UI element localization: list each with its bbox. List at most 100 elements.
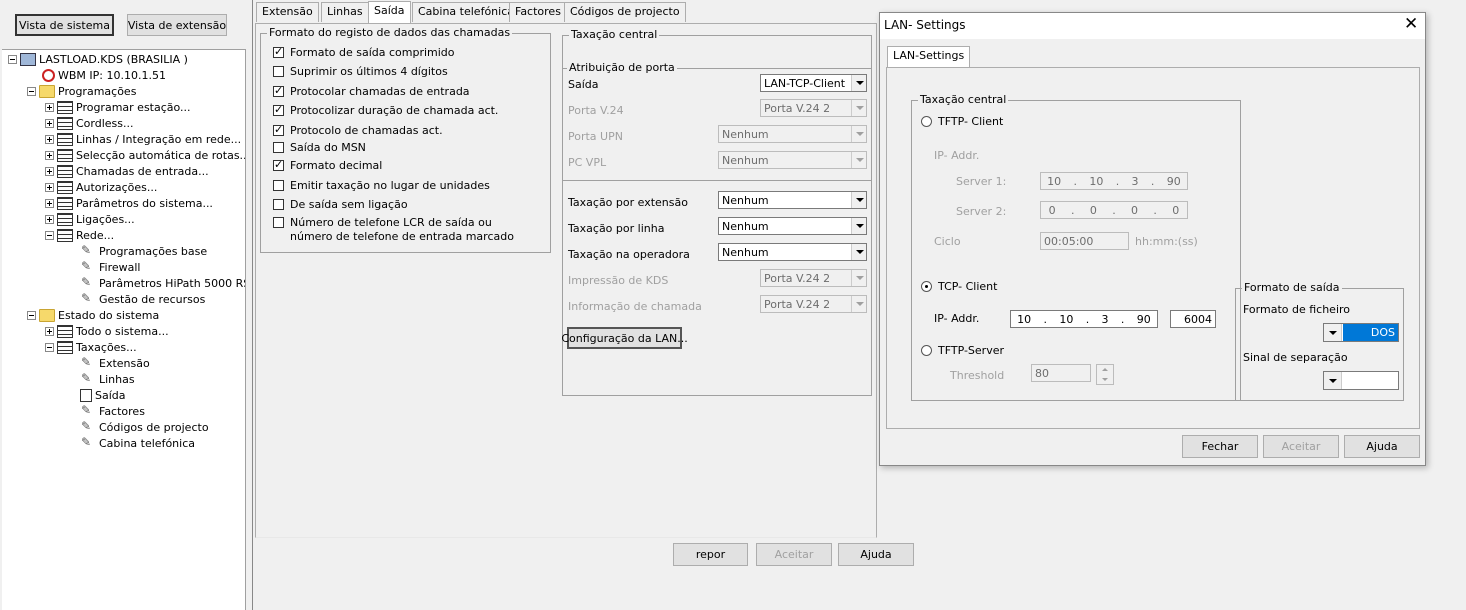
expand-icon[interactable]: [45, 150, 54, 160]
expand-icon[interactable]: [45, 118, 54, 128]
operator-taxation-select[interactable]: Nenhum: [718, 243, 867, 261]
tree-item[interactable]: Firewall: [65, 259, 140, 275]
tree-item[interactable]: Selecção automática de rotas...: [45, 147, 245, 163]
kds-print-select[interactable]: Porta V.24 2: [760, 269, 867, 287]
tab-6[interactable]: Códigos de projecto: [564, 2, 686, 22]
collapse-icon[interactable]: [27, 310, 36, 320]
collapse-icon[interactable]: [27, 86, 36, 96]
dialog-accept-button[interactable]: Aceitar: [1263, 435, 1339, 458]
tool-icon: [80, 371, 96, 386]
tree-item[interactable]: Gestão de recursos: [65, 291, 205, 307]
call-format-checkbox[interactable]: Suprimir os últimos 4 dígitos: [273, 65, 448, 79]
system-view-button[interactable]: Vista de sistema: [15, 14, 114, 36]
call-format-checkbox[interactable]: Emitir taxação no lugar de unidades: [273, 179, 490, 193]
tab-lan-settings[interactable]: LAN-Settings: [887, 46, 971, 68]
tree-item[interactable]: Extensão: [65, 355, 150, 371]
ciclo-field[interactable]: 00:05:00: [1040, 232, 1129, 250]
expand-icon[interactable]: [45, 102, 54, 112]
file-format-select[interactable]: DOS: [1323, 323, 1399, 342]
call-format-checkbox[interactable]: Formato de saída comprimido: [273, 45, 455, 60]
reset-button[interactable]: repor: [673, 543, 748, 566]
expand-icon[interactable]: [45, 182, 54, 192]
upn-label: Porta UPN: [568, 130, 623, 143]
v24-select[interactable]: Porta V.24 2: [760, 99, 867, 117]
dialog-help-button[interactable]: Ajuda: [1344, 435, 1420, 458]
chevron-down-icon: [851, 270, 866, 286]
tree-item-label: Extensão: [99, 356, 150, 370]
expand-icon[interactable]: [45, 214, 54, 224]
tab-5[interactable]: Factores: [509, 2, 567, 22]
tree-item[interactable]: Autorizações...: [45, 179, 157, 195]
call-format-checkbox[interactable]: Saída do MSN: [273, 141, 366, 155]
tcp-ip-field[interactable]: 10. 10. 3. 90: [1010, 310, 1158, 328]
tab-1[interactable]: Extensão: [256, 2, 319, 22]
collapse-icon[interactable]: [8, 54, 17, 64]
tree-item[interactable]: Chamadas de entrada...: [45, 163, 209, 179]
tftp-client-radio[interactable]: TFTP- Client: [921, 115, 1003, 128]
server2-ip-field[interactable]: 0. 0. 0. 0: [1040, 201, 1188, 219]
extension-view-button[interactable]: Vista de extensão: [127, 14, 227, 36]
tree-item[interactable]: Programações: [27, 83, 136, 99]
tree-item[interactable]: Parâmetros HiPath 5000 RSM/: [65, 275, 245, 291]
tree-item[interactable]: Factores: [65, 403, 145, 419]
call-format-checkbox[interactable]: Formato decimal: [273, 158, 382, 173]
tree-item[interactable]: Cabina telefónica: [65, 435, 195, 451]
server1-ip-field[interactable]: 10. 10. 3. 90: [1040, 172, 1188, 190]
tree-item[interactable]: Ligações...: [45, 211, 135, 227]
tree-item[interactable]: Estado do sistema: [27, 307, 159, 323]
dialog-close-button[interactable]: Fechar: [1182, 435, 1258, 458]
tree-item-label: Chamadas de entrada...: [76, 164, 209, 178]
tree-item[interactable]: LASTLOAD.KDS (BRASILIA ): [8, 51, 188, 67]
tree-item[interactable]: Parâmetros do sistema...: [45, 195, 213, 211]
tab-3[interactable]: Saída: [368, 1, 411, 23]
tab-2[interactable]: Linhas: [321, 2, 369, 22]
line-taxation-select[interactable]: Nenhum: [718, 217, 867, 235]
tcp-ipaddr-label: IP- Addr.: [934, 312, 980, 325]
apply-button[interactable]: Aceitar: [756, 543, 832, 566]
expand-icon[interactable]: [45, 198, 54, 208]
threshold-field[interactable]: 80: [1031, 364, 1091, 382]
close-icon[interactable]: ✕: [1404, 14, 1418, 34]
grid-icon: [57, 340, 73, 354]
collapse-icon[interactable]: [45, 230, 54, 240]
tree-item[interactable]: Rede...: [45, 227, 114, 243]
chevron-down-icon: [851, 152, 866, 168]
tree-item[interactable]: Taxações...: [45, 339, 137, 355]
lan-config-button[interactable]: Configuração da LAN...: [561, 327, 688, 349]
tool-icon: [80, 291, 96, 306]
help-button[interactable]: Ajuda: [838, 543, 914, 566]
expand-icon[interactable]: [45, 326, 54, 336]
checkbox-label: Formato de saída comprimido: [290, 46, 455, 59]
tree-item[interactable]: Programar estação...: [45, 99, 191, 115]
collapse-icon[interactable]: [45, 342, 54, 352]
separator-select[interactable]: [1323, 371, 1399, 390]
tree-item[interactable]: Linhas / Integração em rede...: [45, 131, 241, 147]
tree-item[interactable]: Saída: [65, 387, 126, 403]
call-format-checkbox[interactable]: Protocolar chamadas de entrada: [273, 84, 470, 99]
expand-icon[interactable]: [45, 166, 54, 176]
tree-item[interactable]: Programações base: [65, 243, 207, 259]
tree-item[interactable]: Linhas: [65, 371, 135, 387]
tree-item[interactable]: WBM IP: 10.10.1.51: [27, 67, 166, 83]
call-format-checkbox[interactable]: Protocolo de chamadas act.: [273, 123, 443, 138]
pcvpl-select[interactable]: Nenhum: [718, 151, 867, 169]
call-format-checkbox[interactable]: Protocolizar duração de chamada act.: [273, 103, 498, 118]
call-format-checkbox[interactable]: Número de telefone LCR de saída ou númer…: [273, 216, 514, 244]
call-format-checkbox[interactable]: De saída sem ligação: [273, 198, 408, 212]
tcp-port-field[interactable]: 6004: [1170, 310, 1216, 328]
tree-item[interactable]: Códigos de projecto: [65, 419, 209, 435]
checkbox-label: Protocolar chamadas de entrada: [290, 85, 470, 98]
tree-item-label: Códigos de projecto: [99, 420, 209, 434]
system-tree[interactable]: LASTLOAD.KDS (BRASILIA ) WBM IP: 10.10.1.…: [2, 49, 246, 610]
tree-item[interactable]: Cordless...: [45, 115, 134, 131]
upn-select[interactable]: Nenhum: [718, 125, 867, 143]
tab-4[interactable]: Cabina telefónica: [412, 2, 520, 22]
tcp-client-radio[interactable]: TCP- Client: [921, 280, 997, 293]
expand-icon[interactable]: [45, 134, 54, 144]
tftp-server-radio[interactable]: TFTP-Server: [921, 344, 1004, 357]
tree-item[interactable]: Todo o sistema...: [45, 323, 169, 339]
saida-select[interactable]: LAN-TCP-Client: [760, 74, 867, 92]
threshold-spinner[interactable]: [1096, 364, 1114, 385]
ext-taxation-select[interactable]: Nenhum: [718, 191, 867, 209]
call-info-select[interactable]: Porta V.24 2: [760, 295, 867, 313]
